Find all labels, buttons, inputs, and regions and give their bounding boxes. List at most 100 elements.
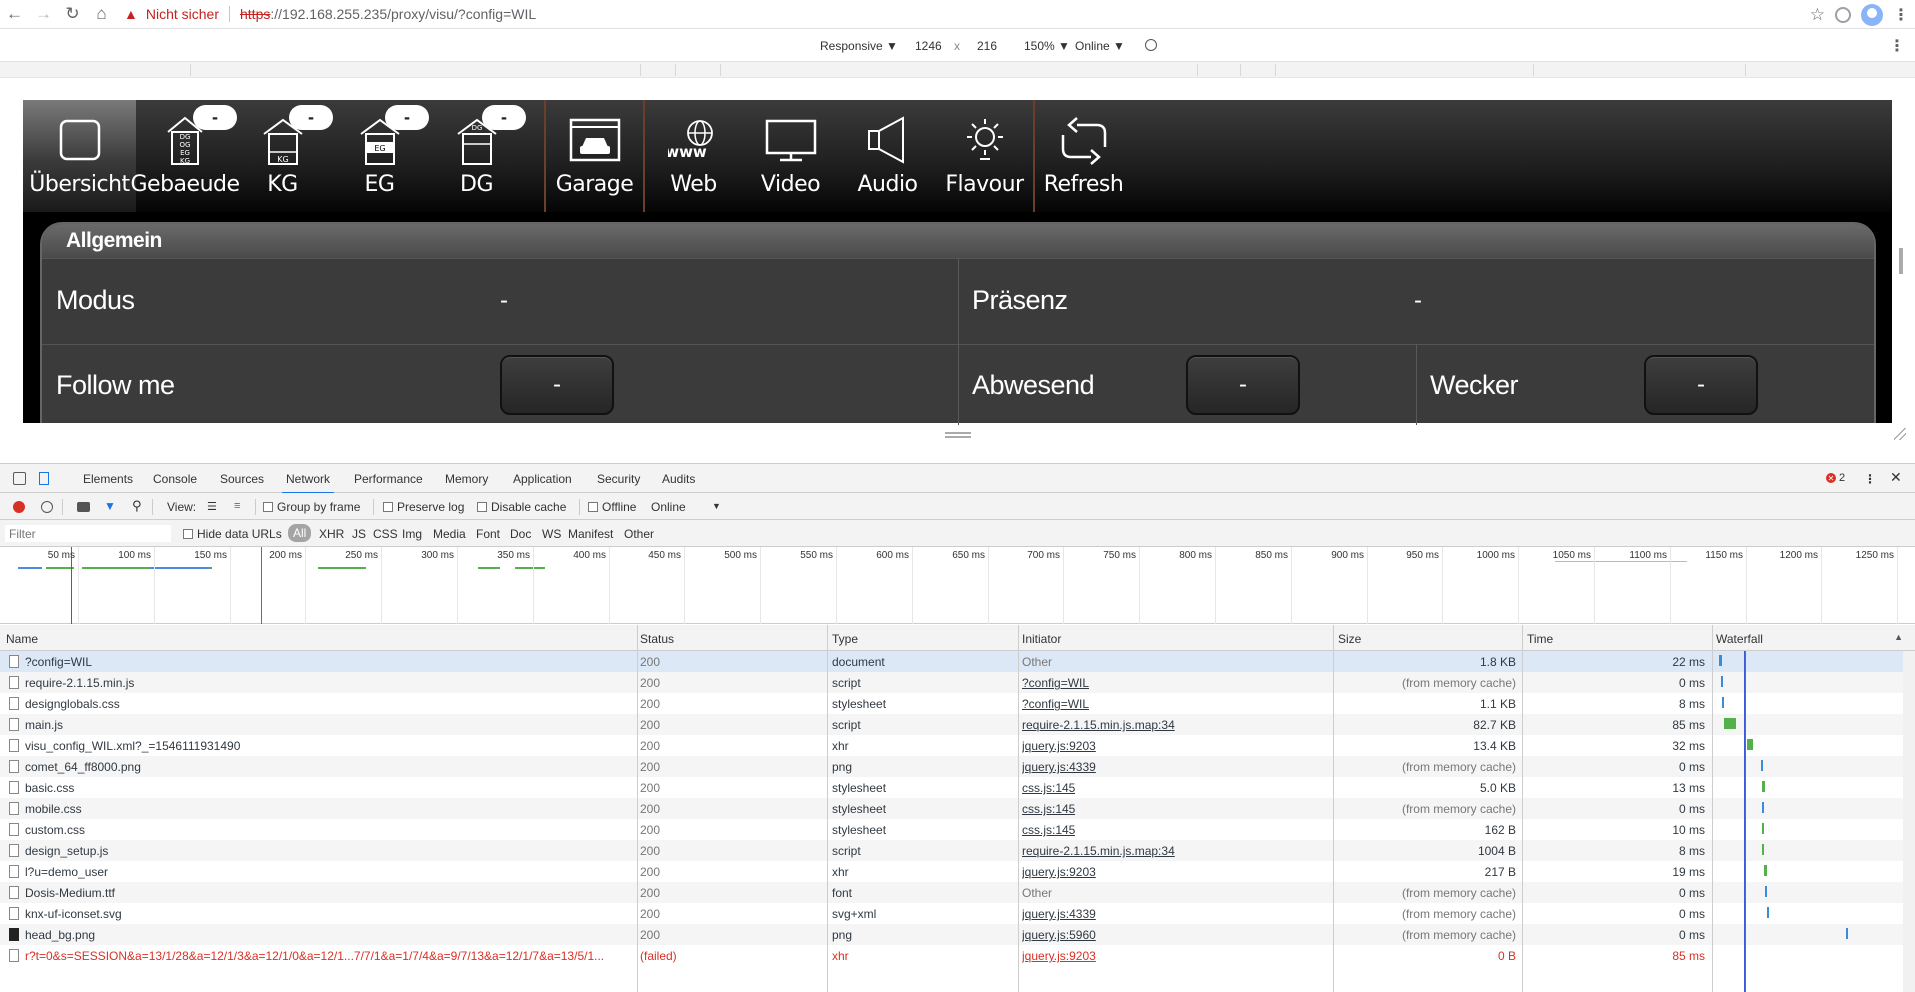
- filter-type-js[interactable]: JS: [352, 527, 366, 541]
- request-name[interactable]: r?t=0&s=SESSION&a=13/1/28&a=12/1/3&a=12/…: [25, 949, 630, 963]
- request-name[interactable]: custom.css: [25, 823, 630, 837]
- table-row[interactable]: l?u=demo_user 200 xhr jquery.js:9203 217 B 19…: [0, 861, 1903, 882]
- request-initiator[interactable]: jquery.js:5960: [1022, 928, 1096, 942]
- nav-eg[interactable]: EG EG -: [331, 100, 429, 212]
- filter-type-xhr[interactable]: XHR: [319, 527, 344, 541]
- column-status[interactable]: Status: [640, 632, 674, 646]
- request-initiator[interactable]: jquery.js:9203: [1022, 865, 1096, 879]
- column-time[interactable]: Time: [1527, 632, 1553, 646]
- filter-type-doc[interactable]: Doc: [510, 527, 531, 541]
- table-row[interactable]: mobile.css 200 stylesheet css.js:145 (from m…: [0, 798, 1903, 819]
- table-row[interactable]: visu_config_WIL.xml?_=1546111931490 200 xh…: [0, 735, 1903, 756]
- request-initiator[interactable]: jquery.js:9203: [1022, 739, 1096, 753]
- nav-uebersicht[interactable]: Übersicht: [23, 100, 136, 212]
- nav-video[interactable]: Video: [742, 100, 839, 212]
- table-row[interactable]: custom.css 200 stylesheet css.js:145 162 B 10…: [0, 819, 1903, 840]
- preserve-log-checkbox[interactable]: Preserve log: [383, 500, 464, 514]
- column-waterfall[interactable]: Waterfall: [1716, 632, 1763, 646]
- error-counter[interactable]: ✕ 2: [1826, 472, 1845, 484]
- extension-icon[interactable]: [1835, 6, 1851, 23]
- filter-type-all[interactable]: All: [288, 524, 312, 542]
- request-name[interactable]: designglobals.css: [25, 697, 630, 711]
- column-size[interactable]: Size: [1338, 632, 1361, 646]
- request-initiator[interactable]: jquery.js:9203: [1022, 949, 1096, 963]
- nav-gebaeude[interactable]: DG OG EG KG Gebaeude -: [131, 100, 240, 212]
- tab-memory[interactable]: Memory: [445, 472, 488, 486]
- table-row[interactable]: require-2.1.15.min.js 200 script ?config=WI…: [0, 672, 1903, 693]
- table-row[interactable]: design_setup.js 200 script require-2.1.15.m…: [0, 840, 1903, 861]
- home-icon[interactable]: ⌂: [87, 0, 116, 29]
- request-initiator[interactable]: ?config=WIL: [1022, 676, 1089, 690]
- filter-type-ws[interactable]: WS: [542, 527, 561, 541]
- nav-flavour[interactable]: Flavour: [936, 100, 1033, 212]
- request-name[interactable]: Dosis-Medium.ttf: [25, 886, 630, 900]
- offline-checkbox[interactable]: Offline: [588, 500, 636, 514]
- request-initiator[interactable]: ?config=WIL: [1022, 697, 1089, 711]
- request-name[interactable]: require-2.1.15.min.js: [25, 676, 630, 690]
- table-row[interactable]: head_bg.png 200 png jquery.js:5960 (from mem…: [0, 924, 1903, 945]
- browser-menu-icon[interactable]: ⋮: [1893, 5, 1909, 25]
- hide-data-urls-checkbox[interactable]: Hide data URLs: [183, 527, 282, 541]
- nav-refresh[interactable]: Refresh: [1035, 100, 1132, 212]
- rotate-icon[interactable]: [1145, 39, 1157, 51]
- filter-funnel-icon[interactable]: ▼: [104, 499, 116, 513]
- request-name[interactable]: design_setup.js: [25, 844, 630, 858]
- request-initiator[interactable]: require-2.1.15.min.js.map:34: [1022, 844, 1175, 858]
- filter-type-img[interactable]: Img: [402, 527, 422, 541]
- wecker-button[interactable]: -: [1644, 355, 1758, 415]
- resize-handle-bottom[interactable]: [945, 432, 971, 438]
- request-initiator[interactable]: require-2.1.15.min.js.map:34: [1022, 718, 1175, 732]
- device-toggle-icon[interactable]: [39, 472, 49, 485]
- request-name[interactable]: main.js: [25, 718, 630, 732]
- nav-kg[interactable]: KG KG -: [234, 100, 333, 212]
- chevron-down-icon[interactable]: ▼: [712, 501, 721, 511]
- tab-application[interactable]: Application: [513, 472, 572, 486]
- request-initiator[interactable]: css.js:145: [1022, 781, 1075, 795]
- table-row[interactable]: knx-uf-iconset.svg 200 svg+xml jquery.js:43…: [0, 903, 1903, 924]
- record-icon[interactable]: [13, 501, 25, 513]
- table-row[interactable]: r?t=0&s=SESSION&a=13/1/28&a=12/1/3&a=12/…: [0, 945, 1903, 966]
- forward-icon[interactable]: →: [29, 0, 58, 29]
- column-initiator[interactable]: Initiator: [1022, 632, 1061, 646]
- nav-garage[interactable]: Garage: [546, 100, 643, 212]
- omnibox[interactable]: ▲ Nicht sicher https://192.168.255.235/p…: [124, 3, 536, 25]
- reload-icon[interactable]: ↻: [58, 0, 87, 29]
- nav-web[interactable]: www Web: [645, 100, 742, 212]
- request-initiator[interactable]: css.js:145: [1022, 802, 1075, 816]
- filter-type-other[interactable]: Other: [624, 527, 654, 541]
- zoom-select[interactable]: 150% ▼: [1024, 39, 1070, 53]
- nav-dg[interactable]: DG DG -: [428, 100, 526, 212]
- filter-type-manifest[interactable]: Manifest: [568, 527, 613, 541]
- device-height-input[interactable]: 216: [977, 39, 997, 53]
- table-row[interactable]: ?config=WIL 200 document Other 1.8 KB 22 ms: [0, 651, 1903, 672]
- tab-security[interactable]: Security: [597, 472, 640, 486]
- request-name[interactable]: knx-uf-iconset.svg: [25, 907, 630, 921]
- close-devtools-icon[interactable]: ✕: [1890, 469, 1902, 486]
- tab-console[interactable]: Console: [153, 472, 197, 486]
- table-row[interactable]: comet_64_ff8000.png 200 png jquery.js:4339 (…: [0, 756, 1903, 777]
- inspect-element-icon[interactable]: [13, 472, 26, 485]
- network-throttle-select[interactable]: Online ▼: [1075, 39, 1125, 53]
- resize-handle-right[interactable]: [1899, 248, 1903, 274]
- network-overview-timeline[interactable]: 50 ms 100 ms 150 ms 200 ms 250 ms 300 ms 350 m…: [0, 547, 1915, 624]
- request-name[interactable]: head_bg.png: [25, 928, 630, 942]
- search-icon[interactable]: ⚲: [132, 498, 142, 514]
- tab-performance[interactable]: Performance: [354, 472, 423, 486]
- request-name[interactable]: comet_64_ff8000.png: [25, 760, 630, 774]
- sort-ascending-icon[interactable]: ▲: [1894, 632, 1903, 642]
- security-status[interactable]: Nicht sicher: [146, 6, 219, 22]
- request-name[interactable]: basic.css: [25, 781, 630, 795]
- back-icon[interactable]: ←: [0, 0, 29, 29]
- table-row[interactable]: designglobals.css 200 stylesheet ?config=WI…: [0, 693, 1903, 714]
- device-toolbar-menu-icon[interactable]: ⋮: [1889, 36, 1905, 56]
- devtools-menu-icon[interactable]: ⋮: [1864, 472, 1876, 486]
- follow-me-button[interactable]: -: [500, 355, 614, 415]
- request-name[interactable]: l?u=demo_user: [25, 865, 630, 879]
- overview-icon[interactable]: ≡: [234, 500, 240, 512]
- device-select[interactable]: Responsive ▼: [820, 39, 898, 53]
- request-name[interactable]: visu_config_WIL.xml?_=1546111931490: [25, 739, 630, 753]
- large-rows-icon[interactable]: ☰: [207, 500, 217, 513]
- filter-type-media[interactable]: Media: [433, 527, 466, 541]
- device-width-input[interactable]: 1246: [915, 39, 942, 53]
- group-by-frame-checkbox[interactable]: Group by frame: [263, 500, 360, 514]
